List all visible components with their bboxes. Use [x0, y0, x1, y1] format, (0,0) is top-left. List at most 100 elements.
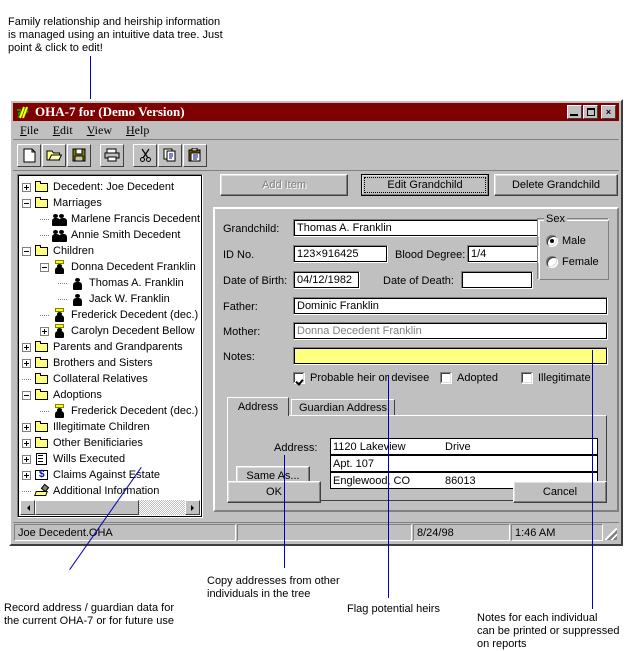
- notes-field[interactable]: [293, 347, 608, 365]
- print-icon[interactable]: [100, 143, 124, 167]
- tree-node[interactable]: Jack W. Franklin: [22, 291, 199, 307]
- annotation-notes: Notes for each individual can be printed…: [477, 612, 620, 650]
- tree-expander-minus-icon[interactable]: [22, 390, 31, 400]
- mother-field[interactable]: Donna Decedent Franklin: [293, 322, 608, 340]
- tree-list: Decedent: Joe Decedent Marriages Marlene F…: [22, 179, 201, 499]
- tree-node[interactable]: Additional Information: [22, 483, 199, 499]
- name-field[interactable]: Thomas A. Franklin: [293, 219, 539, 237]
- radio-female[interactable]: Female: [546, 256, 599, 268]
- blood-degree-field[interactable]: 1/4: [467, 245, 539, 263]
- tree-expander-plus-icon[interactable]: [22, 182, 31, 192]
- tree-node[interactable]: Frederick Decedent (dec.): [22, 403, 199, 419]
- close-button[interactable]: ×: [601, 105, 616, 119]
- delete-grandchild-button[interactable]: Delete Grandchild: [494, 174, 618, 196]
- tree-node[interactable]: Children: [22, 243, 199, 259]
- menu-item-edit[interactable]: Edit: [46, 122, 80, 139]
- folder-icon: [34, 340, 50, 354]
- copy-icon[interactable]: [158, 143, 182, 167]
- tree-node-label: Adoptions: [53, 389, 102, 401]
- id-no-field-value: 123×916425: [294, 246, 387, 262]
- tab-guardian-address[interactable]: Guardian Address: [291, 399, 395, 416]
- tree-node[interactable]: Illegitimate Children: [22, 419, 199, 435]
- radio-male[interactable]: Male: [546, 235, 586, 247]
- tree-node[interactable]: Thomas A. Franklin: [22, 275, 199, 291]
- tree-node[interactable]: Carolyn Decedent Bellow: [22, 323, 199, 339]
- tab-address[interactable]: Address: [227, 397, 289, 416]
- tree-node-label: Collateral Relatives: [53, 373, 148, 385]
- new-icon[interactable]: [17, 143, 41, 167]
- tree-node[interactable]: Marlene Francis Decedent: [22, 211, 201, 227]
- label-date-of-birth: Date of Birth:: [223, 275, 288, 287]
- tree-node-label: Brothers and Sisters: [53, 357, 153, 369]
- window-title: OHA-7 for (Demo Version): [35, 104, 185, 119]
- tree-expander-plus-icon[interactable]: [22, 422, 31, 432]
- annotation-address: Record address / guardian data for the c…: [4, 602, 174, 627]
- tree-node[interactable]: Marriages: [22, 195, 199, 211]
- tree-node-label: Marlene Francis Decedent: [71, 213, 201, 225]
- tree-node[interactable]: Adoptions: [22, 387, 199, 403]
- tree-node[interactable]: Decedent: Joe Decedent: [22, 179, 199, 195]
- tree-node-label: Additional Information: [53, 485, 160, 497]
- tree-node[interactable]: Collateral Relatives: [22, 371, 199, 387]
- checkbox-probable-heir[interactable]: Probable heir or devisee: [293, 372, 429, 384]
- tree-node-label: Jack W. Franklin: [89, 293, 170, 305]
- resize-grip[interactable]: [603, 523, 619, 542]
- scroll-left-arrow[interactable]: [20, 500, 35, 515]
- tree-expander-minus-icon[interactable]: [22, 198, 31, 208]
- money-icon: [34, 468, 50, 482]
- tree-node[interactable]: Other Benificiaries: [22, 435, 199, 451]
- menu-item-file[interactable]: File: [13, 122, 46, 139]
- date-of-death-field[interactable]: [461, 271, 533, 289]
- label-mother: Mother:: [223, 326, 261, 338]
- ok-button[interactable]: OK: [227, 481, 321, 503]
- menu-item-view[interactable]: View: [80, 122, 119, 139]
- checkbox-illegitimate-label: Illegitimate: [538, 372, 591, 384]
- save-icon[interactable]: [67, 143, 91, 167]
- tree-node[interactable]: Wills Executed: [22, 451, 199, 467]
- edit-grandchild-button[interactable]: Edit Grandchild: [361, 174, 489, 196]
- father-field[interactable]: Dominic Franklin: [293, 297, 608, 315]
- scrollbar-thumb[interactable]: [35, 500, 139, 515]
- cut-icon[interactable]: [133, 143, 157, 167]
- tree-expander-plus-icon[interactable]: [22, 342, 31, 352]
- halo-icon: [52, 260, 68, 274]
- tree-view[interactable]: Decedent: Joe Decedent Marriages Marlene F…: [18, 175, 202, 517]
- scroll-right-arrow[interactable]: [185, 500, 200, 515]
- label-notes: Notes:: [223, 351, 255, 363]
- leader-line-same-as: [284, 455, 285, 568]
- tree-node[interactable]: Annie Smith Decedent: [22, 227, 199, 243]
- menu-item-help[interactable]: Help: [119, 122, 156, 139]
- date-of-birth-field[interactable]: 04/12/1982: [293, 271, 360, 289]
- tree-expander-plus-icon[interactable]: [22, 454, 31, 464]
- tree-node[interactable]: Brothers and Sisters: [22, 355, 199, 371]
- tree-expander-plus-icon[interactable]: [22, 438, 31, 448]
- id-no-field[interactable]: 123×916425: [293, 245, 388, 263]
- address-row-1[interactable]: 1120 Lakeview Drive: [330, 438, 598, 455]
- tree-node[interactable]: Parents and Grandparents: [22, 339, 199, 355]
- checkbox-adopted[interactable]: Adopted: [440, 372, 498, 384]
- label-grandchild: Grandchild:: [223, 223, 280, 235]
- tree-connector: [58, 279, 67, 288]
- tree-node[interactable]: Frederick Decedent (dec.): [22, 307, 199, 323]
- open-icon[interactable]: [42, 143, 66, 167]
- tree-node[interactable]: Donna Decedent Franklin: [22, 259, 199, 275]
- tree-expander-plus-icon[interactable]: [22, 358, 31, 368]
- tree-expander-plus-icon[interactable]: [22, 470, 31, 480]
- tree-node[interactable]: Claims Against Estate: [22, 467, 199, 483]
- address-row-2[interactable]: Apt. 107: [330, 455, 598, 472]
- folder-icon: [34, 244, 50, 258]
- maximize-button[interactable]: [583, 105, 598, 119]
- tree-node-label: Parents and Grandparents: [53, 341, 183, 353]
- checkbox-illegitimate[interactable]: Illegitimate: [521, 372, 591, 384]
- delete-grandchild-label: Delete Grandchild: [511, 179, 601, 191]
- halo-ring: [55, 324, 64, 328]
- tree-expander-minus-icon[interactable]: [22, 246, 31, 256]
- tree-expander-minus-icon[interactable]: [40, 262, 49, 272]
- paste-icon[interactable]: [183, 143, 207, 167]
- tree-expander-plus-icon[interactable]: [40, 326, 49, 336]
- add-item-button[interactable]: Add Item: [220, 174, 348, 196]
- person-icon: [70, 276, 86, 290]
- date-of-death-value: [462, 272, 532, 288]
- tree-panel: Decedent: Joe Decedent Marriages Marlene F…: [17, 174, 203, 518]
- minimize-button[interactable]: [567, 105, 582, 119]
